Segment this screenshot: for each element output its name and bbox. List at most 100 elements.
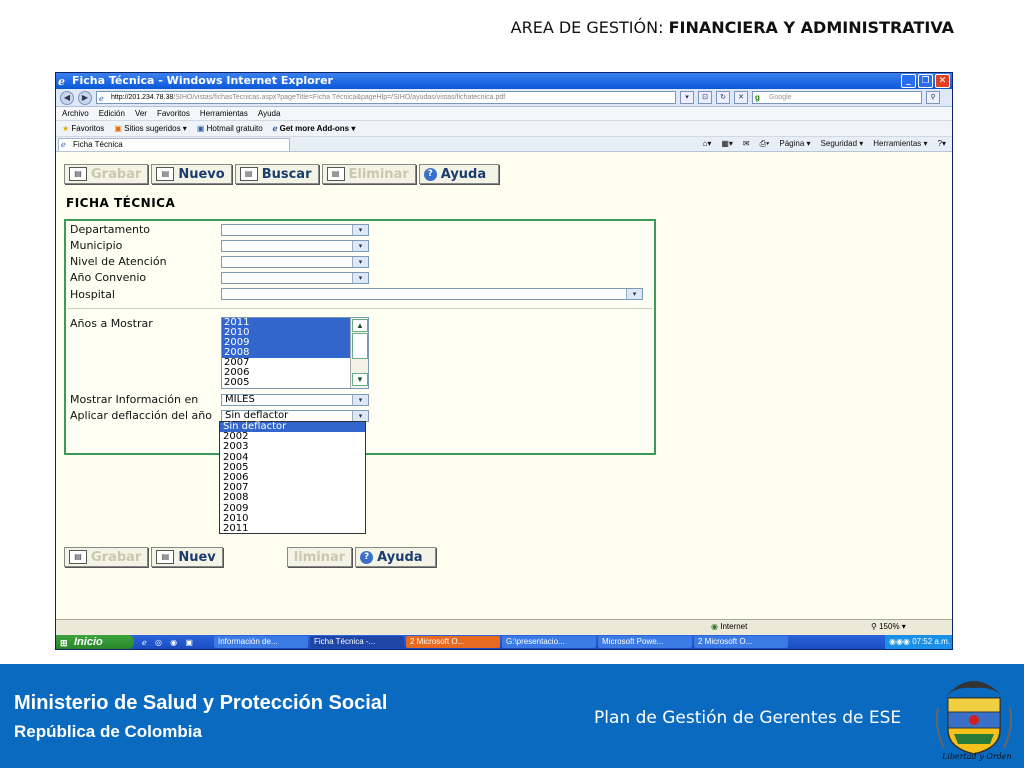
security-menu[interactable]: Seguridad ▾ — [821, 139, 864, 149]
anio-option[interactable]: 2005 — [222, 378, 350, 388]
tab-label: Ficha Técnica — [73, 140, 123, 149]
listbox-scrollbar[interactable]: ▲ ▼ — [350, 318, 368, 388]
grabar-label-bottom: Grabar — [91, 549, 142, 565]
header-area: FINANCIERA Y ADMINISTRATIVA — [668, 18, 954, 37]
page-menu[interactable]: Página ▾ — [779, 139, 810, 149]
fav-addons[interactable]: ℯ Get more Add-ons ▾ — [273, 124, 356, 133]
home-icon[interactable]: ⌂▾ — [702, 139, 711, 149]
forward-icon[interactable]: ▶ — [78, 90, 92, 105]
fav-hotmail[interactable]: ▣ Hotmail gratuito — [197, 124, 263, 133]
task-ficha[interactable]: Ficha Técnica -... — [310, 636, 404, 648]
anios-mostrar-label: Años a Mostrar — [70, 317, 153, 330]
zone-label: Internet — [720, 622, 748, 631]
menu-herramientas[interactable]: Herramientas — [200, 109, 248, 118]
plan-title: Plan de Gestión de Gerentes de ESE — [594, 708, 902, 728]
grabar-button[interactable]: ▤ Grabar — [64, 164, 149, 184]
task-office-1[interactable]: 2 Microsoft O... — [406, 636, 500, 648]
menu-ver[interactable]: Ver — [135, 109, 147, 118]
mail-icon[interactable]: ✉ — [743, 139, 750, 149]
ficha-form: Departamento ▾ Municipio ▾ Nivel de Aten… — [64, 219, 656, 455]
search-input[interactable]: g Google — [752, 91, 922, 104]
scroll-thumb[interactable] — [352, 333, 368, 359]
url-input[interactable]: ℯ http://201.234.78.38/SIHO/vistas/ficha… — [96, 91, 676, 104]
deflaccion-option[interactable]: 2008 — [220, 493, 365, 503]
window-titlebar: ℯ Ficha Técnica - Windows Internet Explo… — [56, 73, 952, 89]
anio-convenio-select[interactable]: ▾ — [221, 272, 369, 284]
menu-archivo[interactable]: Archivo — [62, 109, 89, 118]
departamento-select[interactable]: ▾ — [221, 224, 369, 236]
scroll-up-icon[interactable]: ▲ — [352, 319, 368, 332]
mostrar-info-value: MILES — [225, 394, 255, 405]
window-controls: _ ❐ ✕ — [901, 74, 950, 88]
new-icon: ▤ — [156, 167, 175, 181]
chevron-down-icon: ▾ — [352, 395, 368, 405]
buscar-label: Buscar — [261, 166, 312, 182]
refresh-icon[interactable]: ↻ — [716, 91, 730, 104]
dropdown-arrow-icon[interactable]: ▾ — [680, 91, 694, 104]
buscar-button[interactable]: ▤ Buscar — [234, 164, 319, 184]
tab-ficha-tecnica[interactable]: ℯ Ficha Técnica — [58, 138, 290, 151]
menu-favoritos[interactable]: Favoritos — [157, 109, 190, 118]
eliminar-label-bottom: liminar — [293, 549, 346, 565]
nuevo-label-bottom: Nuev — [178, 549, 216, 565]
search-placeholder: Google — [769, 94, 792, 101]
tray-icons[interactable]: ◉◉◉ — [889, 637, 910, 646]
ayuda-label: Ayuda — [440, 166, 487, 182]
close-icon[interactable]: ✕ — [935, 74, 950, 88]
star-icon: ★ — [62, 124, 70, 133]
mostrar-info-select[interactable]: MILES ▾ — [221, 394, 369, 406]
deflaccion-label: Aplicar deflacción del año — [70, 409, 212, 422]
nuevo-button[interactable]: ▤ Nuevo — [151, 164, 232, 184]
help-icon[interactable]: ?▾ — [938, 139, 946, 149]
nivel-select[interactable]: ▾ — [221, 256, 369, 268]
maximize-icon[interactable]: ❐ — [918, 74, 933, 88]
fav-favoritos-label: Favoritos — [71, 124, 105, 133]
scroll-down-icon[interactable]: ▼ — [352, 373, 368, 386]
page-icon: ℯ — [99, 94, 104, 103]
task-office-2[interactable]: 2 Microsoft O... — [694, 636, 788, 648]
quick-launch[interactable]: ℯ ◎ ◉ ▣ — [134, 638, 214, 647]
search-icon[interactable]: ⚲ — [926, 91, 940, 104]
deflaccion-dropdown-list[interactable]: Sin deflactor 2002 2003 2004 2005 2006 2007 200… — [219, 421, 366, 534]
nuevo-button-bottom[interactable]: ▤ Nuev — [151, 547, 223, 567]
compat-icon[interactable]: ⊡ — [698, 91, 712, 104]
mostrar-info-label: Mostrar Información en — [70, 393, 199, 406]
task-explorer[interactable]: G:\presentacio... — [502, 636, 596, 648]
start-button[interactable]: ⊞ Inicio — [56, 635, 134, 649]
clock: 07:52 a.m. — [912, 637, 950, 646]
eliminar-button-bottom[interactable]: liminar — [286, 547, 353, 567]
fav-favoritos[interactable]: ★ Favoritos — [62, 124, 104, 133]
zoom-control[interactable]: ⚲ 150% ▾ — [871, 622, 906, 631]
feeds-icon[interactable]: ▦▾ — [721, 139, 733, 149]
chevron-down-icon: ▾ — [352, 411, 368, 421]
stop-icon[interactable]: ✕ — [734, 91, 748, 104]
url-host: http://201.234.78.38 — [111, 94, 174, 101]
eliminar-button[interactable]: ▤ Eliminar — [321, 164, 416, 184]
anios-items: 2011 2010 2009 2008 2007 2006 2005 — [222, 318, 368, 388]
ie-logo-icon: ℯ — [58, 75, 65, 88]
print-icon[interactable]: ⎙▾ — [760, 139, 770, 149]
anio-convenio-label: Año Convenio — [70, 271, 147, 284]
grabar-button-bottom[interactable]: ▤ Grabar — [64, 547, 149, 567]
municipio-select[interactable]: ▾ — [221, 240, 369, 252]
hospital-select[interactable]: ▾ — [221, 288, 643, 300]
menu-ayuda[interactable]: Ayuda — [258, 109, 281, 118]
ayuda-button-bottom[interactable]: ? Ayuda — [355, 547, 436, 567]
help-circle-icon: ? — [423, 167, 437, 181]
back-icon[interactable]: ◀ — [60, 90, 74, 105]
fav-sitios[interactable]: ▣ Sitios sugeridos ▾ — [114, 124, 187, 133]
chevron-down-icon: ▾ — [352, 225, 368, 235]
task-informacion[interactable]: Información de... — [214, 636, 308, 648]
task-powerpoint[interactable]: Microsoft Powe... — [598, 636, 692, 648]
nivel-label: Nivel de Atención — [70, 255, 167, 268]
tools-menu[interactable]: Herramientas ▾ — [873, 139, 927, 149]
tab-page-icon: ℯ — [61, 140, 66, 149]
nuevo-label: Nuevo — [178, 166, 225, 182]
anios-listbox[interactable]: 2011 2010 2009 2008 2007 2006 2005 ▲ ▼ — [221, 317, 369, 389]
deflaccion-option[interactable]: 2011 — [220, 523, 365, 534]
menu-edicion[interactable]: Edición — [99, 109, 125, 118]
ayuda-button[interactable]: ? Ayuda — [418, 164, 500, 184]
google-icon: g — [755, 93, 760, 102]
republic-name: República de Colombia — [14, 722, 202, 741]
minimize-icon[interactable]: _ — [901, 74, 916, 88]
